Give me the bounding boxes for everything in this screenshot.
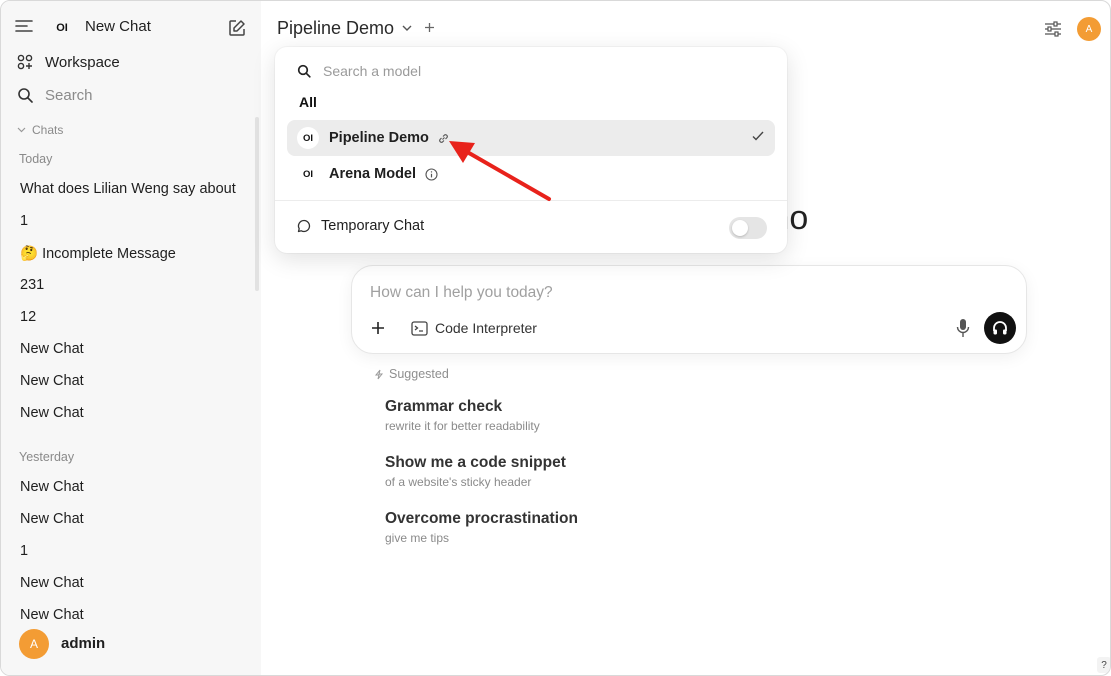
annotation-arrow [449,141,551,201]
temporary-chat-row[interactable]: Temporary Chat [295,217,424,235]
app-logo: OI [56,22,68,34]
sidebar-search-label: Search [45,86,93,104]
chats-section-toggle[interactable]: Chats [17,123,63,137]
chevron-down-icon [17,125,26,136]
suggestion-item[interactable]: Grammar check rewrite it for better read… [385,398,540,433]
search-icon [15,85,35,105]
suggestion-subtitle: rewrite it for better readability [385,419,540,433]
suggestion-title: Grammar check [385,398,503,415]
suggestion-item[interactable]: Show me a code snippet of a website's st… [385,454,566,489]
toggle-knob [732,220,748,236]
model-selector[interactable]: Pipeline Demo [277,18,435,39]
new-chat-edit-icon[interactable] [225,16,249,40]
suggestion-subtitle: give me tips [385,531,450,545]
user-name: admin [61,635,106,652]
chat-list-item[interactable]: New Chat [20,373,250,389]
suggested-label: Suggested [389,367,449,381]
chat-list-item[interactable]: New Chat [20,575,250,591]
add-model-icon[interactable] [424,20,435,38]
suggestion-title: Show me a code snippet [385,454,566,471]
model-search-input[interactable]: Search a model [295,61,421,81]
chat-list-item[interactable]: New Chat [20,511,250,527]
chat-list-item[interactable]: New Chat [20,479,250,495]
chat-list-item[interactable]: New Chat [20,341,250,357]
sidebar: OI New Chat Workspace Search Chats Today [1,1,261,675]
chat-list-item[interactable]: 231 [20,277,250,293]
user-menu[interactable]: A admin [1,621,261,675]
chat-group-label: Today [19,152,53,166]
chat-group-label: Yesterday [19,450,75,464]
terminal-icon [410,319,428,337]
help-button[interactable]: ? [1097,657,1110,673]
temporary-chat-toggle[interactable] [729,217,767,239]
app-window: OI New Chat Workspace Search Chats Today [0,0,1111,676]
bolt-icon [373,368,385,380]
suggestion-item[interactable]: Overcome procrastination give me tips [385,510,578,545]
model-option-label: Pipeline Demo [329,130,429,146]
voice-call-button[interactable] [984,312,1016,344]
suggested-heading: Suggested [373,367,449,381]
temporary-chat-label: Temporary Chat [321,218,425,234]
controls-sliders-icon[interactable] [1041,17,1065,41]
header-avatar[interactable]: A [1077,17,1101,41]
attach-plus-icon[interactable] [366,316,390,340]
chat-list-item[interactable]: New Chat [20,405,250,421]
message-input[interactable]: How can I help you today? [370,284,553,302]
chat-input-box: How can I help you today? Code Interpret… [351,265,1027,354]
info-icon[interactable] [424,167,438,181]
suggestion-subtitle: of a website's sticky header [385,475,532,489]
suggestion-title: Overcome procrastination [385,510,578,527]
chat-list-item[interactable]: What does Lilian Weng say about [20,181,250,197]
chat-bubble-icon [295,217,313,235]
workspace-icon [15,52,35,72]
sidebar-item-label: Workspace [45,53,120,71]
avatar: A [19,629,49,659]
chat-list-item[interactable]: 1 [20,213,250,229]
code-interpreter-button[interactable]: Code Interpreter [410,319,537,337]
model-selector-label: Pipeline Demo [277,18,395,38]
chevron-down-icon [402,23,412,35]
sidebar-scrollbar[interactable] [255,117,259,291]
search-icon [295,62,313,80]
model-logo: OI [297,127,319,149]
sidebar-toggle-icon[interactable] [13,15,35,37]
model-option-label: Arena Model [329,166,417,182]
code-interpreter-label: Code Interpreter [435,320,537,336]
sidebar-search[interactable]: Search [15,82,93,108]
chat-list-item[interactable]: 🤔 Incomplete Message [20,245,250,262]
sidebar-item-workspace[interactable]: Workspace [15,49,120,75]
model-search-placeholder: Search a model [323,63,422,79]
model-logo: OI [297,163,319,185]
new-chat-link[interactable]: New Chat [85,18,151,35]
chat-list-item[interactable]: 12 [20,309,250,325]
headphones-icon [992,320,1008,336]
chat-list-item[interactable]: 1 [20,543,250,559]
chats-section-label: Chats [32,123,64,137]
microphone-icon[interactable] [952,316,974,340]
filter-all-tab[interactable]: All [299,94,317,110]
checkmark-icon [751,129,767,145]
